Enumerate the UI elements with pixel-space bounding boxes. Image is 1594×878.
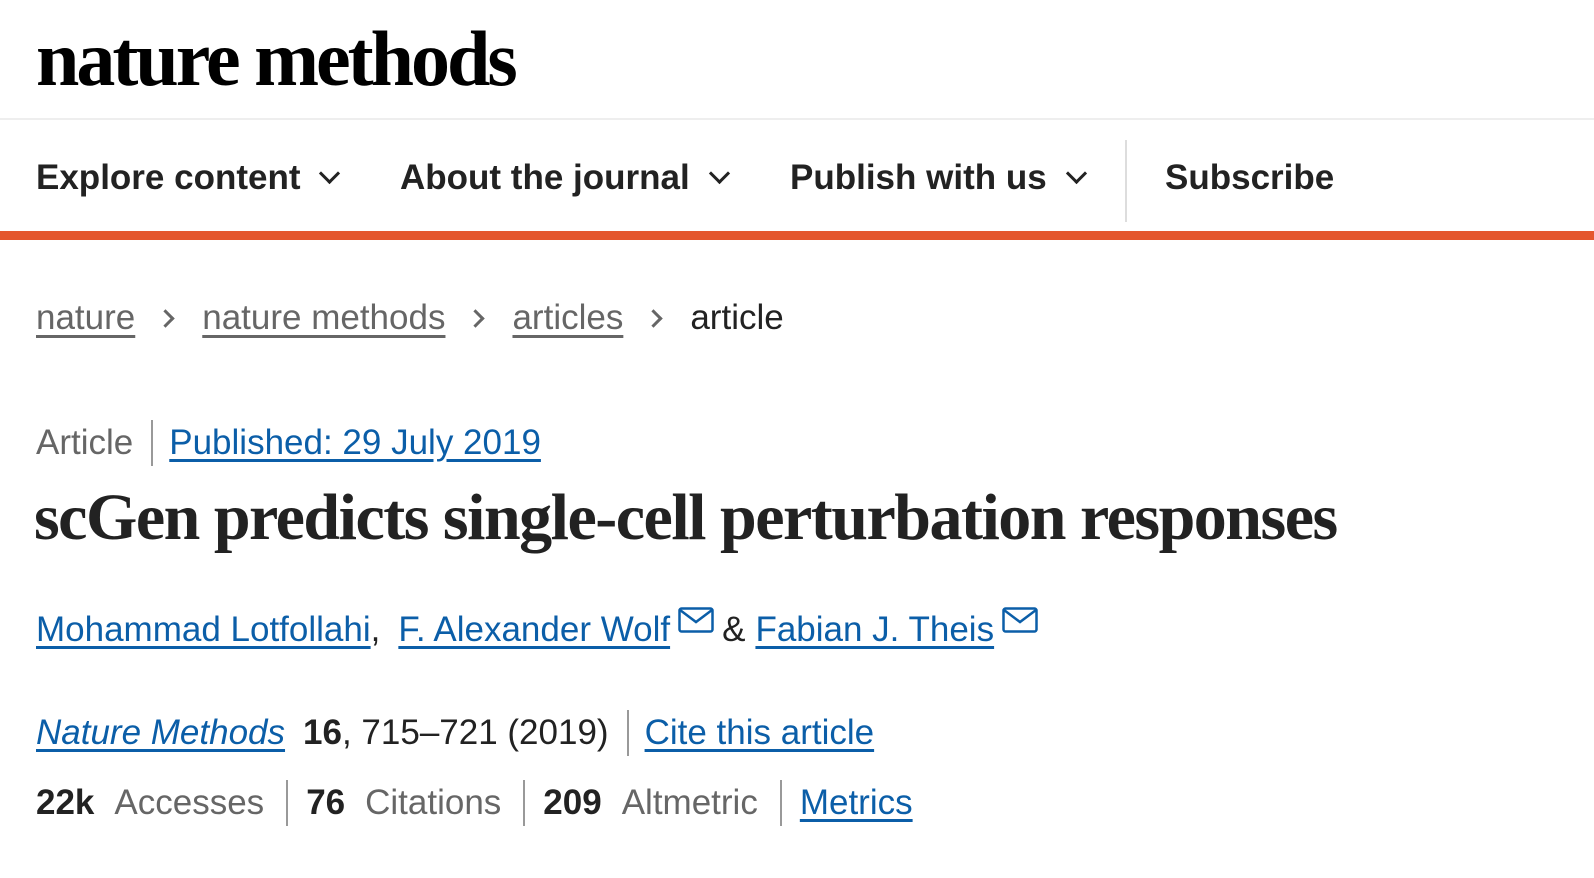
altmetric-score: 209 [543,783,602,822]
chevron-down-icon [319,162,341,184]
cite-this-article-link[interactable]: Cite this article [645,713,875,753]
logo-bar: nature methods [0,0,1594,120]
journal-link[interactable]: Nature Methods [36,713,285,753]
envelope-icon[interactable] [678,602,714,642]
chevron-right-icon [644,308,664,328]
citation-line: Nature Methods 16 , 715–721 (2019) Cite … [36,710,874,756]
author-link[interactable]: F. Alexander Wolf [398,610,670,650]
divider [151,420,154,466]
article-title: scGen predicts single-cell perturbation … [34,481,1338,554]
accesses-label: Accesses [114,783,265,822]
chevron-right-icon [466,308,486,328]
breadcrumb-nature[interactable]: nature [36,298,135,338]
article-type: Article [36,423,134,462]
author-link[interactable]: Mohammad Lotfollahi [36,610,371,650]
author-separator: , [370,610,381,649]
nav-about-journal[interactable]: About the journal [400,158,730,198]
main-nav: Explore content About the journal Publis… [0,120,1594,240]
nav-item-label: About the journal [400,158,690,197]
envelope-icon[interactable] [1002,602,1038,642]
chevron-down-icon [1065,162,1087,184]
author-separator: & [722,610,746,649]
author-list: Mohammad Lotfollahi , F. Alexander Wolf … [36,607,1046,650]
chevron-down-icon [708,162,730,184]
chevron-right-icon [156,308,175,328]
divider [779,780,782,826]
breadcrumb: nature nature methods articles article [36,298,784,338]
nav-publish-with-us[interactable]: Publish with us [790,158,1087,198]
nav-item-label: Explore content [36,158,301,197]
citations-label: Citations [365,783,502,822]
article-meta: Article Published: 29 July 2019 [36,420,541,466]
altmetric-label: Altmetric [621,783,758,822]
nav-divider [1125,140,1127,222]
pages-year: , 715–721 (2019) [341,713,609,752]
article-metrics: 22k Accesses 76 Citations 209 Altmetric … [36,780,913,826]
citations-count: 76 [306,783,346,822]
breadcrumb-nature-methods[interactable]: nature methods [202,298,445,338]
site-header: nature methods Explore content About the… [0,0,1594,240]
volume-number: 16 [303,713,342,752]
nav-explore-content[interactable]: Explore content [36,158,341,198]
breadcrumb-articles[interactable]: articles [512,298,623,338]
metrics-link[interactable]: Metrics [800,783,913,823]
divider [523,780,526,826]
divider [286,780,289,826]
breadcrumb-current: article [690,298,784,337]
accesses-count: 22k [36,783,95,822]
nav-subscribe[interactable]: Subscribe [1165,158,1334,198]
published-date-link[interactable]: Published: 29 July 2019 [169,423,541,463]
journal-logo[interactable]: nature methods [36,20,518,98]
author-link[interactable]: Fabian J. Theis [755,610,994,650]
divider [626,710,629,756]
nav-item-label: Publish with us [790,158,1047,197]
